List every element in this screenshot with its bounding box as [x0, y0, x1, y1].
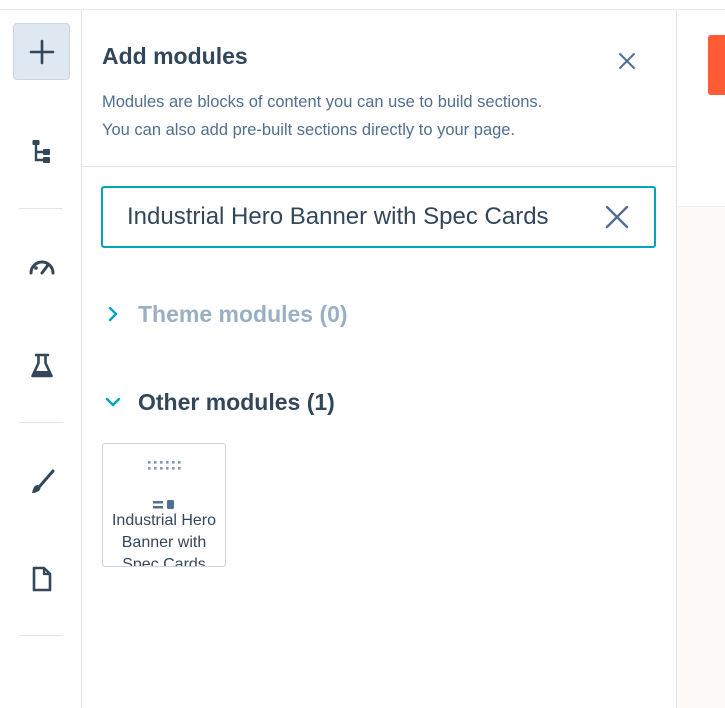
panel-title: Add modules: [102, 43, 248, 69]
chevron-right-icon: [104, 305, 122, 323]
section-theme-modules[interactable]: Theme modules (0): [104, 299, 348, 329]
design-button[interactable]: [13, 453, 70, 510]
test-button[interactable]: [13, 337, 70, 394]
layers-button[interactable]: [13, 123, 70, 180]
add-modules-panel: Add modules Modules are blocks of conten…: [82, 10, 677, 708]
panel-description: Modules are blocks of content you can us…: [102, 88, 662, 144]
chevron-down-icon: [104, 393, 122, 411]
description-line: You can also add pre-built sections dire…: [102, 121, 516, 139]
flask-icon: [30, 353, 53, 377]
rail-divider: [19, 422, 63, 423]
page-icon: [32, 566, 51, 591]
gauge-icon: [29, 260, 54, 274]
section-label: Theme modules (0): [138, 300, 348, 327]
drag-handle-icon[interactable]: [147, 460, 185, 472]
section-other-modules[interactable]: Other modules (1): [104, 387, 335, 417]
add-icon: [29, 39, 54, 64]
layers-tree-icon: [32, 139, 50, 163]
close-icon: [619, 53, 635, 69]
left-rail: [0, 10, 82, 708]
rail-divider: [19, 208, 63, 209]
clear-search-button[interactable]: [603, 203, 631, 231]
panel-header: Add modules Modules are blocks of conten…: [82, 10, 676, 167]
brush-icon: [31, 469, 54, 493]
section-label: Other modules (1): [138, 388, 335, 415]
rail-divider: [19, 635, 63, 636]
module-card[interactable]: Industrial Hero Banner with Spec Cards: [102, 443, 226, 567]
description-line: Modules are blocks of content you can us…: [102, 93, 543, 111]
optimize-button[interactable]: [13, 237, 70, 294]
preview-body: [677, 207, 725, 708]
app-window: Add modules Modules are blocks of conten…: [0, 0, 725, 708]
add-button[interactable]: [13, 23, 70, 80]
close-panel-button[interactable]: [613, 47, 641, 75]
module-name: Industrial Hero Banner with Spec Cards: [111, 512, 217, 567]
module-search-input[interactable]: [127, 197, 597, 237]
preview-accent-block: [708, 35, 725, 95]
page-preview: [677, 10, 725, 708]
close-icon: [605, 205, 629, 229]
page-settings-button[interactable]: [13, 550, 70, 607]
search-box: [101, 186, 656, 248]
